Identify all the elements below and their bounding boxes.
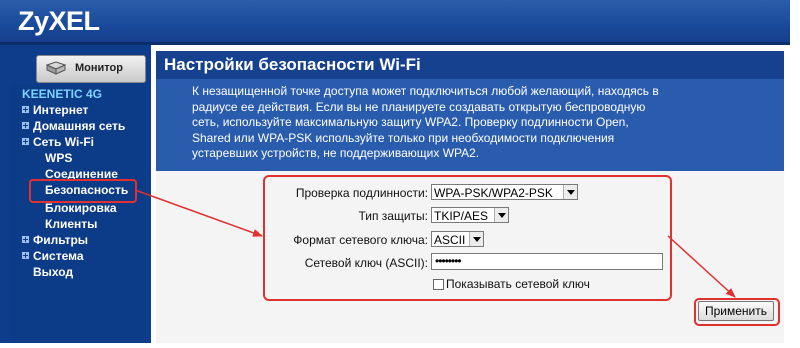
arrow-to-form (134, 189, 263, 237)
arrow-to-apply (667, 235, 736, 298)
annotation-arrows (134, 189, 736, 298)
